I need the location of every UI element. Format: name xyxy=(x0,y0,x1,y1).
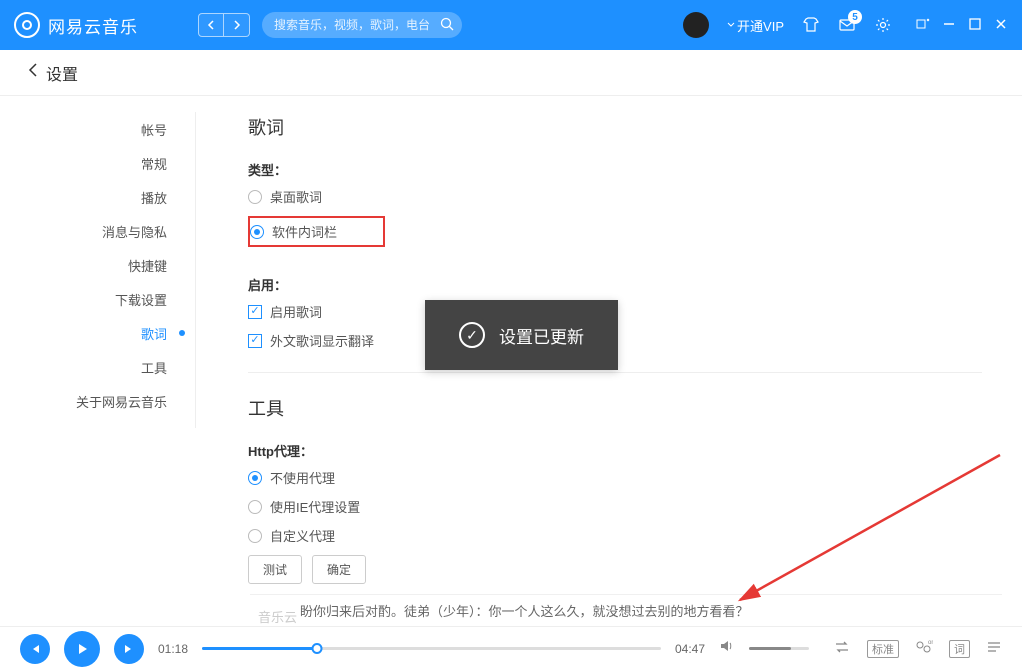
chevron-right-icon xyxy=(233,20,241,30)
sidebar-item-download[interactable]: 下载设置 xyxy=(0,282,195,316)
sidebar-item-account[interactable]: 帐号 xyxy=(0,112,195,146)
time-total: 04:47 xyxy=(675,642,705,656)
minimize-button[interactable] xyxy=(942,17,956,34)
nav-back-button[interactable] xyxy=(198,13,224,37)
next-button[interactable] xyxy=(114,634,144,664)
radio-inapp-lyrics[interactable]: 软件内词栏 xyxy=(250,222,337,241)
time-current: 01:18 xyxy=(158,642,188,656)
sidebar-item-privacy[interactable]: 消息与隐私 xyxy=(0,214,195,248)
type-label: 类型： xyxy=(248,160,982,179)
radio-icon xyxy=(248,190,262,204)
prev-button[interactable] xyxy=(20,634,50,664)
highlight-annotation: 软件内词栏 xyxy=(248,216,385,247)
gear-icon[interactable] xyxy=(874,16,892,34)
avatar[interactable] xyxy=(683,12,709,38)
app-name: 网易云音乐 xyxy=(48,13,138,38)
ok-button[interactable]: 确定 xyxy=(312,555,366,584)
mail-badge: 5 xyxy=(848,10,862,24)
topbar-right: 开通VIP 5 xyxy=(683,12,1008,38)
sidebar-item-general[interactable]: 常规 xyxy=(0,146,195,180)
search-wrap xyxy=(262,12,462,38)
vip-button[interactable]: 开通VIP xyxy=(727,16,784,35)
back-button[interactable] xyxy=(28,62,38,83)
progress-fill xyxy=(202,647,317,650)
enable-label: 启用： xyxy=(248,275,982,294)
proxy-label: Http代理： xyxy=(248,441,982,460)
toast-text: 设置已更新 xyxy=(499,323,584,348)
volume-icon[interactable] xyxy=(719,638,735,659)
volume-bar[interactable] xyxy=(749,647,809,650)
settings-sidebar: 帐号 常规 播放 消息与隐私 快捷键 下载设置 歌词 工具 关于网易云音乐 xyxy=(0,96,196,626)
app-logo: 网易云音乐 xyxy=(14,12,138,38)
loop-icon[interactable] xyxy=(833,639,851,658)
sidebar-item-playback[interactable]: 播放 xyxy=(0,180,195,214)
search-icon[interactable] xyxy=(440,17,454,36)
chevron-left-icon xyxy=(28,62,38,78)
sidebar-item-tools[interactable]: 工具 xyxy=(0,350,195,384)
skin-icon[interactable] xyxy=(802,16,820,34)
search-input[interactable] xyxy=(262,12,462,38)
window-controls xyxy=(916,17,1008,34)
maximize-button[interactable] xyxy=(968,17,982,34)
progress-thumb[interactable] xyxy=(311,643,322,654)
quality-button[interactable]: 标准 xyxy=(867,640,899,658)
chevron-left-icon xyxy=(207,20,215,30)
progress-bar[interactable] xyxy=(202,647,661,650)
test-button[interactable]: 测试 xyxy=(248,555,302,584)
sidebar-item-lyrics[interactable]: 歌词 xyxy=(0,316,195,350)
mail-icon[interactable]: 5 xyxy=(838,16,856,34)
caret-down-icon xyxy=(727,21,735,29)
radio-no-proxy[interactable]: 不使用代理 xyxy=(248,468,982,487)
check-icon: ✓ xyxy=(459,322,485,348)
logo-icon xyxy=(14,12,40,38)
radio-ie-proxy[interactable]: 使用IE代理设置 xyxy=(248,497,982,516)
playlist-icon[interactable] xyxy=(986,639,1002,658)
radio-custom-proxy[interactable]: 自定义代理 xyxy=(248,526,982,545)
radio-icon xyxy=(248,471,262,485)
settings-header: 设置 xyxy=(0,50,1022,96)
toast-settings-updated: ✓ 设置已更新 xyxy=(425,300,618,370)
checkbox-icon: ✓ xyxy=(248,305,262,319)
titlebar: 网易云音乐 开通VIP 5 xyxy=(0,0,1022,50)
svg-text:on: on xyxy=(928,640,933,646)
radio-icon xyxy=(248,500,262,514)
mini-mode-button[interactable] xyxy=(916,17,930,34)
vip-label: 开通VIP xyxy=(737,16,784,35)
radio-desktop-lyrics[interactable]: 桌面歌词 xyxy=(248,187,982,206)
sidebar-item-about[interactable]: 关于网易云音乐 xyxy=(0,384,195,418)
radio-icon xyxy=(250,225,264,239)
lyric-toggle-button[interactable]: 词 xyxy=(949,640,970,658)
lyric-bar: 盼你归来后对酌。徒弟（少年）：你一个人这么久，就没想过去别的地方看看？ xyxy=(250,594,1002,626)
nav-arrows xyxy=(198,13,250,37)
sidebar-item-shortcut[interactable]: 快捷键 xyxy=(0,248,195,282)
player-bar: 01:18 04:47 标准 on 词 xyxy=(0,626,1022,670)
nav-forward-button[interactable] xyxy=(224,13,250,37)
section-heading-lyrics: 歌词 xyxy=(248,114,982,140)
checkbox-icon: ✓ xyxy=(248,334,262,348)
radio-icon xyxy=(248,529,262,543)
lyric-text: 盼你归来后对酌。徒弟（少年）：你一个人这么久，就没想过去别的地方看看？ xyxy=(300,601,749,620)
close-button[interactable] xyxy=(994,17,1008,34)
play-button[interactable] xyxy=(64,631,100,667)
divider xyxy=(248,372,982,373)
page-title: 设置 xyxy=(46,61,78,85)
effects-icon[interactable]: on xyxy=(915,639,933,658)
section-heading-tools: 工具 xyxy=(248,395,982,421)
